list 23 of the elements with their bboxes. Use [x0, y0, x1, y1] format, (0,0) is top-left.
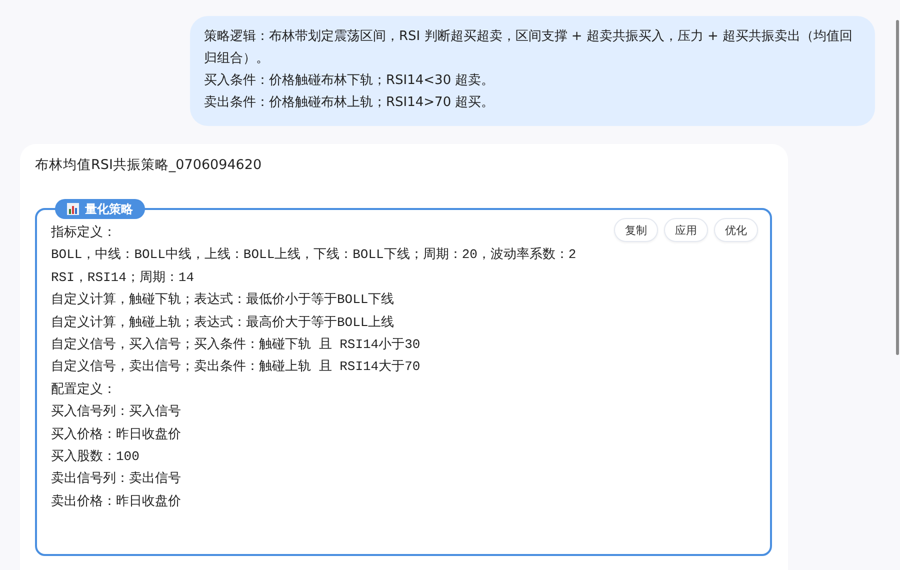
badge-label: 量化策略 — [85, 201, 133, 217]
code-line: 自定义信号，卖出信号；卖出条件：触碰上轨 且 RSI14大于70 — [51, 358, 420, 376]
action-button[interactable]: 应用 — [664, 218, 708, 242]
scrollbar-thumb[interactable] — [896, 20, 899, 355]
code-line: BOLL，中线：BOLL中线，上线：BOLL上线，下线：BOLL下线；周期：20，波动率系数：2 — [51, 246, 576, 264]
code-line: 买入信号列：买入信号 — [51, 403, 181, 422]
code-line: 买入价格：昨日收盘价 — [51, 426, 181, 444]
bar-chart-icon — [67, 203, 79, 215]
message-text: 卖出条件：价格触碰布林上轨；RSI14>70 超买。 — [204, 94, 496, 112]
code-line: 配置定义： — [51, 380, 116, 399]
code-line: 指标定义： — [51, 224, 116, 242]
strategy-title: 布林均值RSI共振策略_0706094620 — [35, 156, 263, 174]
code-line: 自定义信号，买入信号；买入条件：触碰下轨 且 RSI14小于30 — [51, 336, 420, 354]
code-line: 自定义计算，触碰上轨；表达式：最高价大于等于BOLL上线 — [51, 314, 394, 332]
code-line: 卖出信号列：卖出信号 — [51, 470, 181, 488]
action-button[interactable]: 复制 — [614, 218, 658, 242]
message-text: 策略逻辑：布林带划定震荡区间，RSI 判断超买超卖，区间支撑 + 超卖共振买入，压力 + 超买共振卖出（均值回归组合）。 — [204, 28, 854, 68]
code-line: 卖出价格：昨日收盘价 — [51, 492, 181, 511]
code-line: RSI，RSI14；周期：14 — [51, 268, 194, 287]
code-line: 自定义计算，触碰下轨；表达式：最低价小于等于BOLL下线 — [51, 291, 394, 310]
message-text: 买入条件：价格触碰布林下轨；RSI14<30 超卖。 — [204, 72, 496, 90]
code-line: 买入股数：100 — [51, 448, 140, 466]
action-button[interactable]: 优化 — [714, 218, 758, 242]
